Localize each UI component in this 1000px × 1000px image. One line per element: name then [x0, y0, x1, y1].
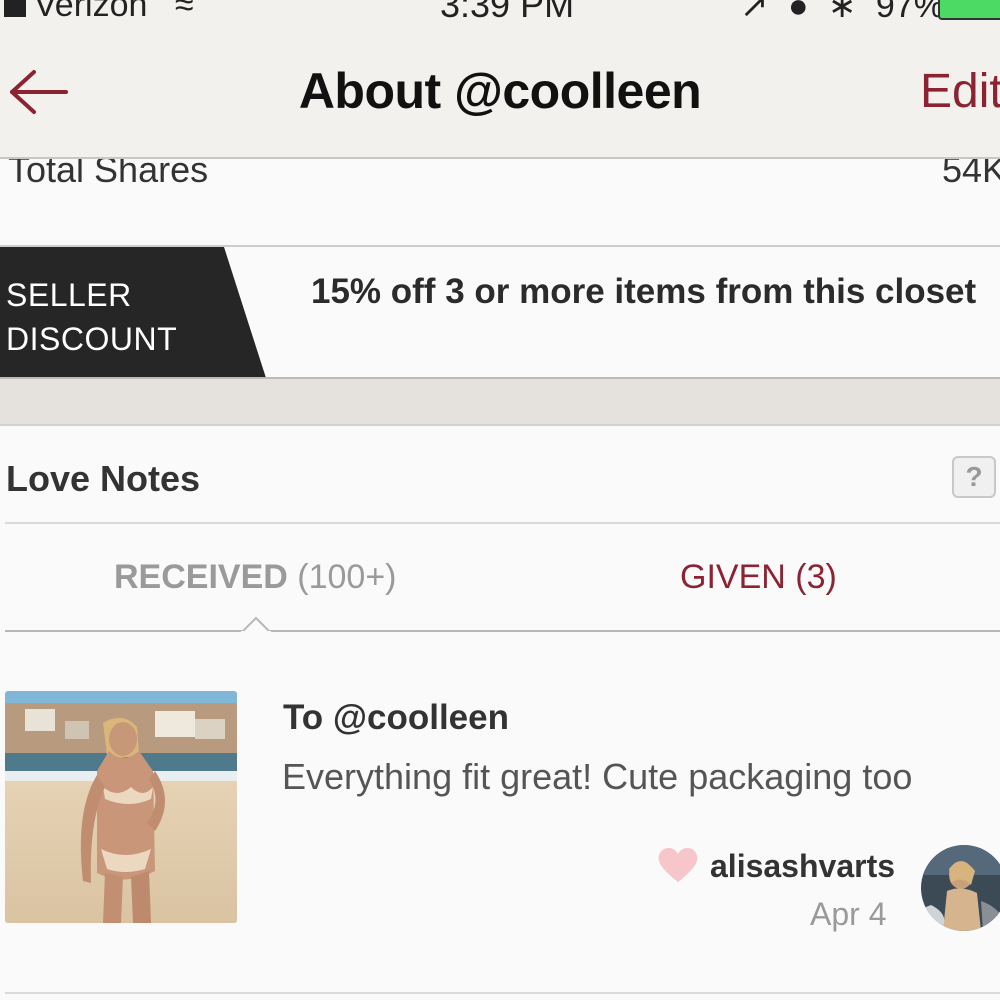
discount-tag-line1: SELLER	[6, 277, 132, 313]
active-tab-indicator	[241, 617, 271, 633]
status-time: 3:39 PM	[440, 0, 575, 25]
wifi-icon: ≈	[174, 0, 194, 24]
signal-icon	[4, 0, 26, 18]
bluetooth-icon: ∗	[827, 0, 857, 25]
total-shares-label: Total Shares	[8, 159, 209, 190]
edit-button[interactable]: Edit	[920, 64, 1000, 119]
navigation-bar: About @coolleen Edit	[0, 30, 1000, 159]
note-date: Apr 4	[810, 896, 887, 932]
battery-icon	[938, 0, 1000, 20]
love-notes-title: Love Notes	[6, 458, 201, 499]
love-notes-tabs: RECEIVED (100+) GIVEN (3)	[0, 524, 1000, 630]
discount-tag-line2: DISCOUNT	[6, 321, 178, 357]
note-recipient: To @coolleen	[283, 698, 509, 737]
carrier: Verizon ≈	[4, 0, 194, 25]
page-title: About @coolleen	[298, 63, 702, 119]
tab-given[interactable]: GIVEN (3)	[680, 558, 837, 597]
note-message: Everything fit great! Cute packaging too	[282, 756, 913, 797]
tab-received-label: RECEIVED	[114, 558, 288, 596]
location-icon: ↗	[740, 0, 769, 25]
discount-tag-label: SELLER DISCOUNT	[6, 273, 177, 361]
seller-discount-banner: SELLER DISCOUNT 15% off 3 or more items …	[0, 247, 1000, 378]
status-icons: ↗ ● ∗ 97%	[740, 0, 944, 26]
note-author-username[interactable]: alisashvarts	[710, 848, 895, 885]
help-button[interactable]: ?	[952, 456, 996, 498]
tab-received[interactable]: RECEIVED (100+)	[114, 558, 397, 597]
tab-received-count: (100+)	[297, 558, 397, 596]
love-note-item[interactable]: To @coolleen Everything fit great! Cute …	[0, 632, 1000, 992]
carrier-label: Verizon	[34, 0, 148, 24]
alarm-icon: ●	[787, 0, 809, 25]
section-separator	[0, 379, 1000, 426]
author-avatar[interactable]	[921, 845, 1000, 931]
heart-icon[interactable]	[656, 844, 700, 884]
total-shares-row: Total Shares 54K	[0, 159, 1000, 245]
love-notes-header: Love Notes ?	[0, 426, 1000, 522]
avatar-image	[921, 845, 1000, 931]
listing-photo[interactable]	[5, 691, 237, 923]
battery-percent: 97%	[875, 0, 944, 25]
beach-photo-image	[5, 691, 237, 923]
divider	[5, 992, 1000, 994]
status-bar: Verizon ≈ 3:39 PM ↗ ● ∗ 97%	[0, 0, 1000, 30]
total-shares-value: 54K	[942, 159, 1000, 190]
discount-description: 15% off 3 or more items from this closet	[311, 272, 977, 311]
